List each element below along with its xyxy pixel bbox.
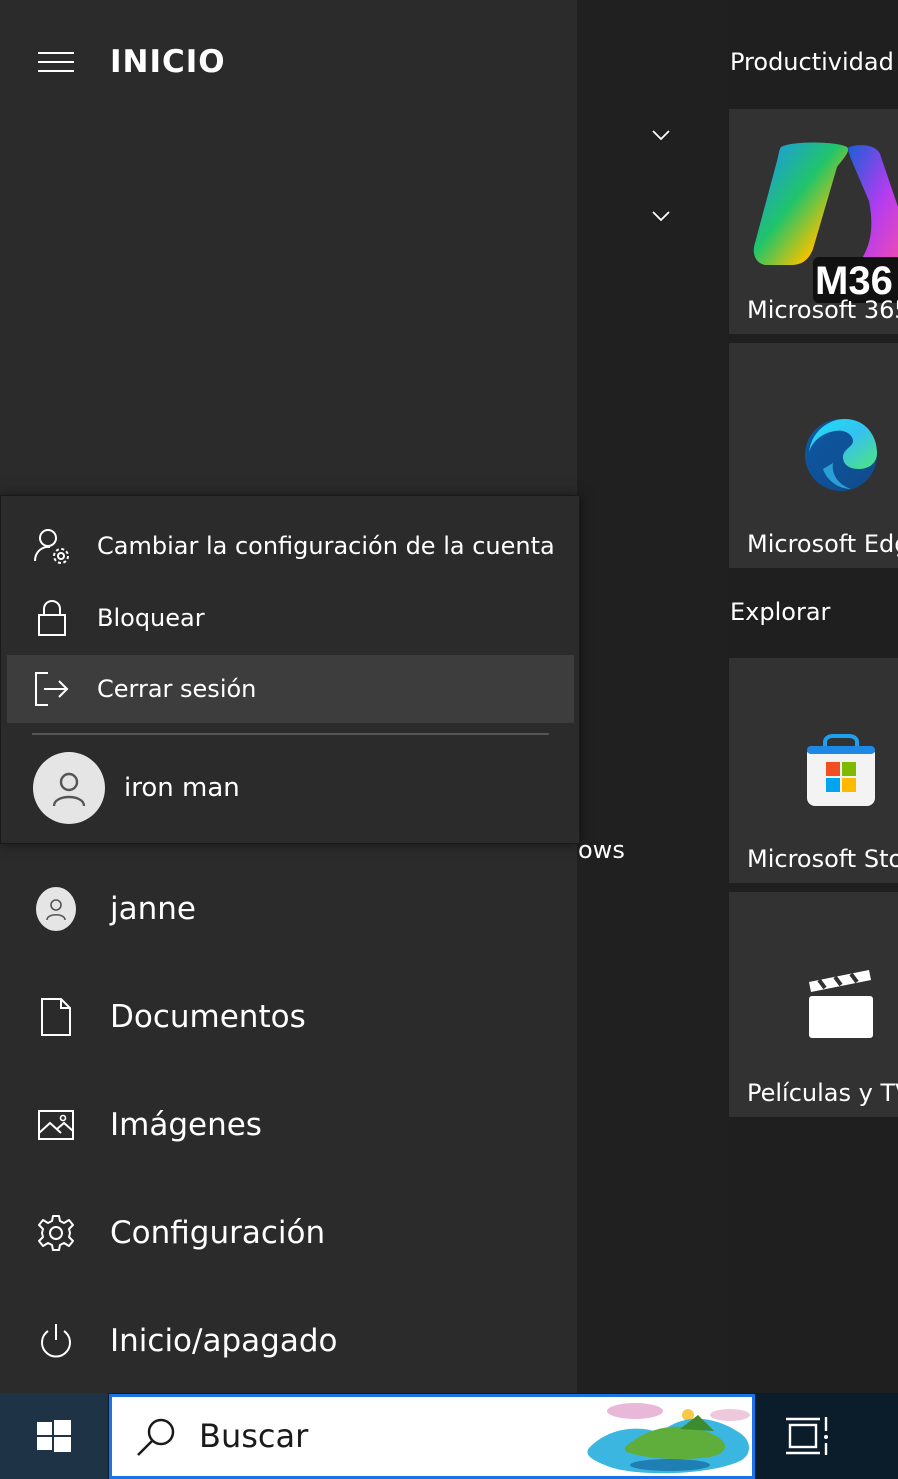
tile-group-explore: Explorar	[730, 598, 831, 626]
chevron-down-icon[interactable]	[650, 205, 672, 227]
lock-icon	[33, 599, 71, 637]
sign-out-button[interactable]: Cerrar sesión	[7, 655, 574, 723]
person-icon	[46, 899, 66, 921]
task-view-icon[interactable]	[786, 1415, 834, 1457]
flyout-item-label: Cambiar la configuración de la cuenta	[97, 532, 555, 560]
nav-pictures-label: Imágenes	[110, 1107, 262, 1143]
tile-microsoft-365[interactable]: M36 Microsoft 365	[729, 109, 898, 334]
tile-group-productivity: Productividad	[730, 48, 894, 76]
nav-power-label: Inicio/apagado	[110, 1323, 338, 1359]
tile-microsoft-edge[interactable]: Microsoft Edge	[729, 343, 898, 568]
edge-icon	[805, 419, 877, 491]
nav-user[interactable]: janne	[0, 855, 577, 963]
nav-documents[interactable]: Documentos	[0, 963, 577, 1071]
nav-settings-label: Configuración	[110, 1215, 326, 1251]
nav-power[interactable]: Inicio/apagado	[0, 1287, 577, 1395]
tile-microsoft-store[interactable]: Microsoft Store	[729, 658, 898, 883]
chevron-down-icon[interactable]	[650, 124, 672, 146]
document-icon	[36, 997, 76, 1037]
flyout-item-label: Cerrar sesión	[97, 675, 257, 703]
start-title: INICIO	[110, 44, 226, 80]
search-placeholder: Buscar	[199, 1417, 309, 1455]
taskbar-search-box[interactable]: Buscar	[109, 1394, 755, 1479]
nav-user-label: janne	[110, 891, 196, 927]
search-icon	[137, 1418, 175, 1456]
user-avatar	[33, 752, 105, 824]
start-button[interactable]	[0, 1393, 108, 1479]
flyout-divider	[32, 733, 549, 735]
nav-documents-label: Documentos	[110, 999, 306, 1035]
change-account-settings-button[interactable]: Cambiar la configuración de la cuenta	[7, 512, 574, 580]
store-icon	[807, 734, 875, 806]
switch-user-iron-man[interactable]: iron man	[33, 752, 553, 824]
clapperboard-icon	[809, 970, 873, 1038]
lock-button[interactable]: Bloquear	[7, 584, 574, 652]
user-avatar	[36, 887, 76, 931]
account-flyout: Cambiar la configuración de la cuenta Bl…	[0, 495, 580, 844]
taskbar: Buscar	[0, 1393, 898, 1479]
person-icon	[52, 772, 86, 807]
start-menu: INICIO janne Documentos Imágenes Configu…	[0, 0, 898, 1393]
search-highlight-illustration	[587, 1403, 750, 1474]
nav-settings[interactable]: Configuración	[0, 1179, 577, 1287]
tile-label: Microsoft Edge	[747, 530, 898, 558]
sign-out-icon	[33, 670, 71, 708]
nav-pictures[interactable]: Imágenes	[0, 1071, 577, 1179]
tile-label: Microsoft Store	[747, 845, 898, 873]
picture-icon	[36, 1105, 76, 1145]
other-user-name: iron man	[124, 773, 240, 803]
gear-icon	[36, 1213, 76, 1253]
power-icon	[36, 1321, 76, 1361]
account-settings-icon	[33, 527, 71, 565]
app-list-item-label[interactable]: ows	[578, 836, 625, 864]
hamburger-menu-icon[interactable]	[38, 52, 74, 76]
tile-label: Películas y TV	[747, 1079, 898, 1107]
windows-logo-icon	[37, 1420, 71, 1452]
tile-movies-tv[interactable]: Películas y TV	[729, 892, 898, 1117]
tile-label: Microsoft 365	[747, 296, 898, 324]
flyout-item-label: Bloquear	[97, 604, 205, 632]
